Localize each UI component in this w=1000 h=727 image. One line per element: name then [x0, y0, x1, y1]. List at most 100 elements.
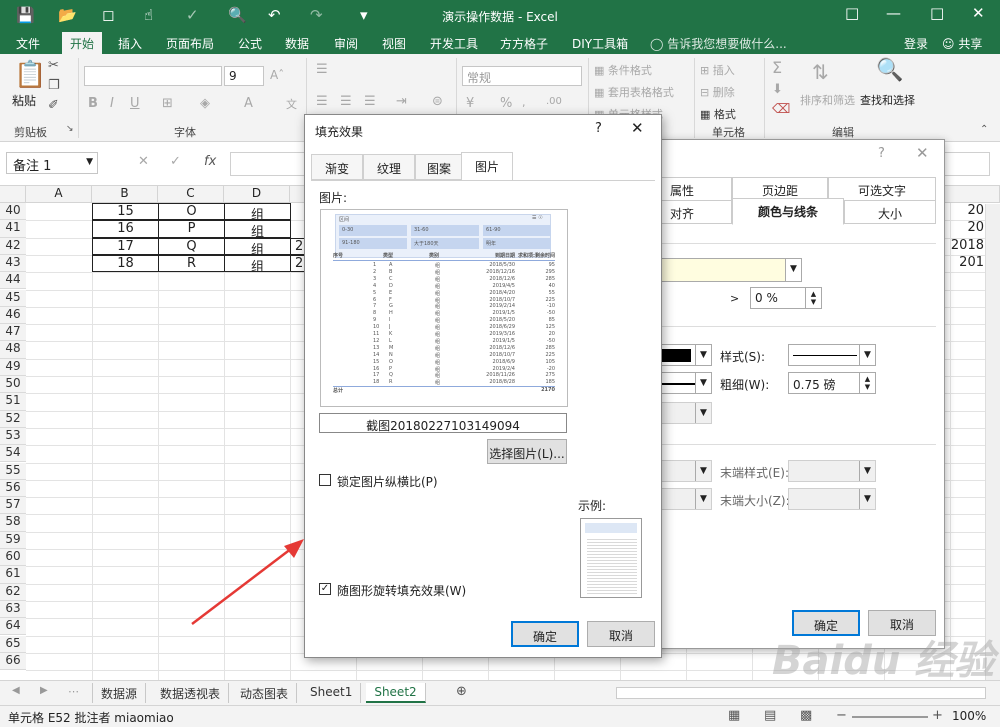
table-cell[interactable]: 组 [224, 220, 291, 240]
right-edge-cell[interactable]: 20 [940, 203, 984, 218]
dialog-close-icon[interactable]: ✕ [916, 144, 929, 162]
sort-filter-icon[interactable]: ⇅ [812, 60, 829, 84]
tab-picture[interactable]: 图片 [461, 152, 513, 181]
row-header[interactable]: 59 [0, 531, 26, 549]
table-cell[interactable]: 17 [92, 237, 159, 255]
lock-ratio-checkbox[interactable] [319, 474, 331, 486]
row-header[interactable]: 50 [0, 376, 26, 394]
align-top-icon[interactable]: ☰ [316, 62, 328, 77]
row-header[interactable]: 61 [0, 566, 26, 584]
tab-alt-text[interactable]: 可选文字 [828, 177, 936, 201]
add-sheet-icon[interactable]: ⊕ [456, 684, 467, 699]
tab-pattern[interactable]: 图案 [415, 154, 463, 180]
table-cell[interactable]: R [158, 254, 225, 273]
row-header[interactable]: 56 [0, 479, 26, 498]
paste-label[interactable]: 粘贴 [12, 92, 36, 109]
font-name-box[interactable] [84, 66, 222, 86]
row-header[interactable]: 57 [0, 497, 26, 515]
dialog-launcher-icon[interactable]: ↘ [66, 124, 74, 134]
bold-icon[interactable]: B [88, 96, 98, 111]
table-cell[interactable]: 16 [92, 220, 159, 238]
menu-insert[interactable]: 插入 [118, 35, 142, 52]
zoom-slider[interactable] [852, 716, 928, 718]
table-cell[interactable]: 组 [224, 203, 291, 223]
find-select-label[interactable]: 查找和选择 [860, 92, 915, 108]
fill-color-combo[interactable]: ▼ [656, 258, 802, 282]
underline-icon[interactable]: U [130, 96, 140, 111]
select-all-corner[interactable] [0, 186, 26, 203]
tab-colors-lines[interactable]: 颜色与线条 [732, 198, 844, 225]
menu-file[interactable]: 文件 [16, 35, 40, 52]
share-button[interactable]: ☺ 共享 [942, 35, 982, 52]
comma-icon[interactable]: , [522, 96, 526, 109]
menu-data[interactable]: 数据 [285, 35, 309, 52]
line-color-combo[interactable]: ▼ [656, 344, 712, 366]
confirm-entry-icon[interactable]: ✓ [170, 154, 181, 169]
sheet-tab-pivot[interactable]: 数据透视表 [152, 683, 230, 703]
row-header[interactable]: 43 [0, 254, 26, 273]
vertical-scrollbar[interactable] [985, 204, 1000, 680]
row-header[interactable]: 47 [0, 324, 26, 342]
right-edge-cell[interactable]: 20 [940, 220, 984, 235]
sheet-tab-datasource[interactable]: 数据源 [92, 683, 147, 703]
collapse-ribbon-icon[interactable]: ⌃ [980, 124, 988, 135]
table-cell[interactable]: 组 [224, 254, 291, 275]
row-header[interactable]: 46 [0, 306, 26, 325]
table-cell[interactable]: 18 [92, 254, 159, 273]
row-header[interactable]: 40 [0, 203, 26, 221]
merge-icon[interactable]: ⊜ [432, 94, 443, 109]
row-header[interactable]: 53 [0, 427, 26, 446]
lock-ratio-label[interactable]: 锁定图片纵横比(P) [337, 473, 438, 490]
phonetic-icon[interactable]: 文 [286, 96, 297, 112]
autosum-icon[interactable]: Σ [772, 58, 782, 77]
fill-color-icon[interactable]: ◈ [200, 96, 210, 111]
align-right-icon[interactable]: ☰ [364, 94, 376, 109]
more-sheets-icon[interactable]: ⋯ [68, 685, 79, 698]
row-header[interactable]: 60 [0, 549, 26, 567]
begin-size-combo[interactable]: ▼ [656, 488, 712, 510]
front-help-icon[interactable]: ? [595, 121, 602, 136]
italic-icon[interactable]: I [110, 96, 114, 111]
tab-size[interactable]: 大小 [844, 200, 936, 224]
row-header[interactable]: 49 [0, 358, 26, 376]
font-size-box[interactable]: 9 [224, 66, 264, 86]
row-header[interactable]: 65 [0, 635, 26, 653]
zoom-out-icon[interactable]: − [836, 708, 847, 723]
row-header[interactable]: 52 [0, 410, 26, 428]
column-header-d[interactable]: D [224, 186, 290, 203]
tell-me-box[interactable]: ◯ 告诉我您想要做什么... [650, 35, 787, 52]
ribbon-display-icon[interactable]: □ [845, 4, 859, 22]
sheet-tab-dynamic-chart[interactable]: 动态图表 [232, 683, 298, 703]
format-cells-button[interactable]: ▦ 格式 [700, 106, 736, 122]
name-box[interactable]: 备注 1 ▼ [6, 152, 98, 174]
ok-button[interactable]: 确定 [511, 621, 579, 647]
table-cell[interactable]: O [158, 203, 225, 221]
delete-cells-button[interactable]: ⊟ 删除 [700, 84, 735, 100]
table-cell[interactable]: 组 [224, 237, 291, 258]
transparency-input[interactable]: 0 % ▲ ▼ [750, 287, 822, 309]
row-header[interactable]: 66 [0, 652, 26, 671]
row-header[interactable]: 48 [0, 341, 26, 359]
menu-page-layout[interactable]: 页面布局 [166, 35, 214, 52]
clear-icon[interactable]: ⌫ [772, 102, 790, 117]
column-header-a[interactable]: A [26, 186, 92, 203]
table-cell[interactable]: P [158, 220, 225, 238]
sheet-tab-sheet1[interactable]: Sheet1 [302, 683, 362, 703]
row-header[interactable]: 58 [0, 514, 26, 532]
font-color-icon[interactable]: A [244, 96, 253, 111]
page-layout-view-icon[interactable]: ▤ [764, 708, 776, 723]
close-icon[interactable]: ✕ [972, 4, 985, 22]
menu-developer[interactable]: 开发工具 [430, 35, 478, 52]
tab-gradient[interactable]: 渐变 [311, 154, 363, 180]
horizontal-scrollbar[interactable] [616, 687, 986, 699]
end-size-combo[interactable]: ▼ [788, 488, 876, 510]
table-format-button[interactable]: ▦ 套用表格格式 [594, 84, 674, 100]
select-picture-button[interactable]: 选择图片(L)... [487, 439, 567, 464]
zoom-in-icon[interactable]: + [932, 708, 943, 723]
copy-icon[interactable]: ❐ [48, 78, 60, 93]
right-edge-cell[interactable]: 2018 [940, 238, 984, 253]
row-header[interactable]: 42 [0, 237, 26, 255]
insert-cells-button[interactable]: ⊞ 插入 [700, 62, 735, 78]
cut-icon[interactable]: ✂ [48, 58, 59, 73]
prev-sheet-icon[interactable]: ◀ [12, 685, 20, 696]
